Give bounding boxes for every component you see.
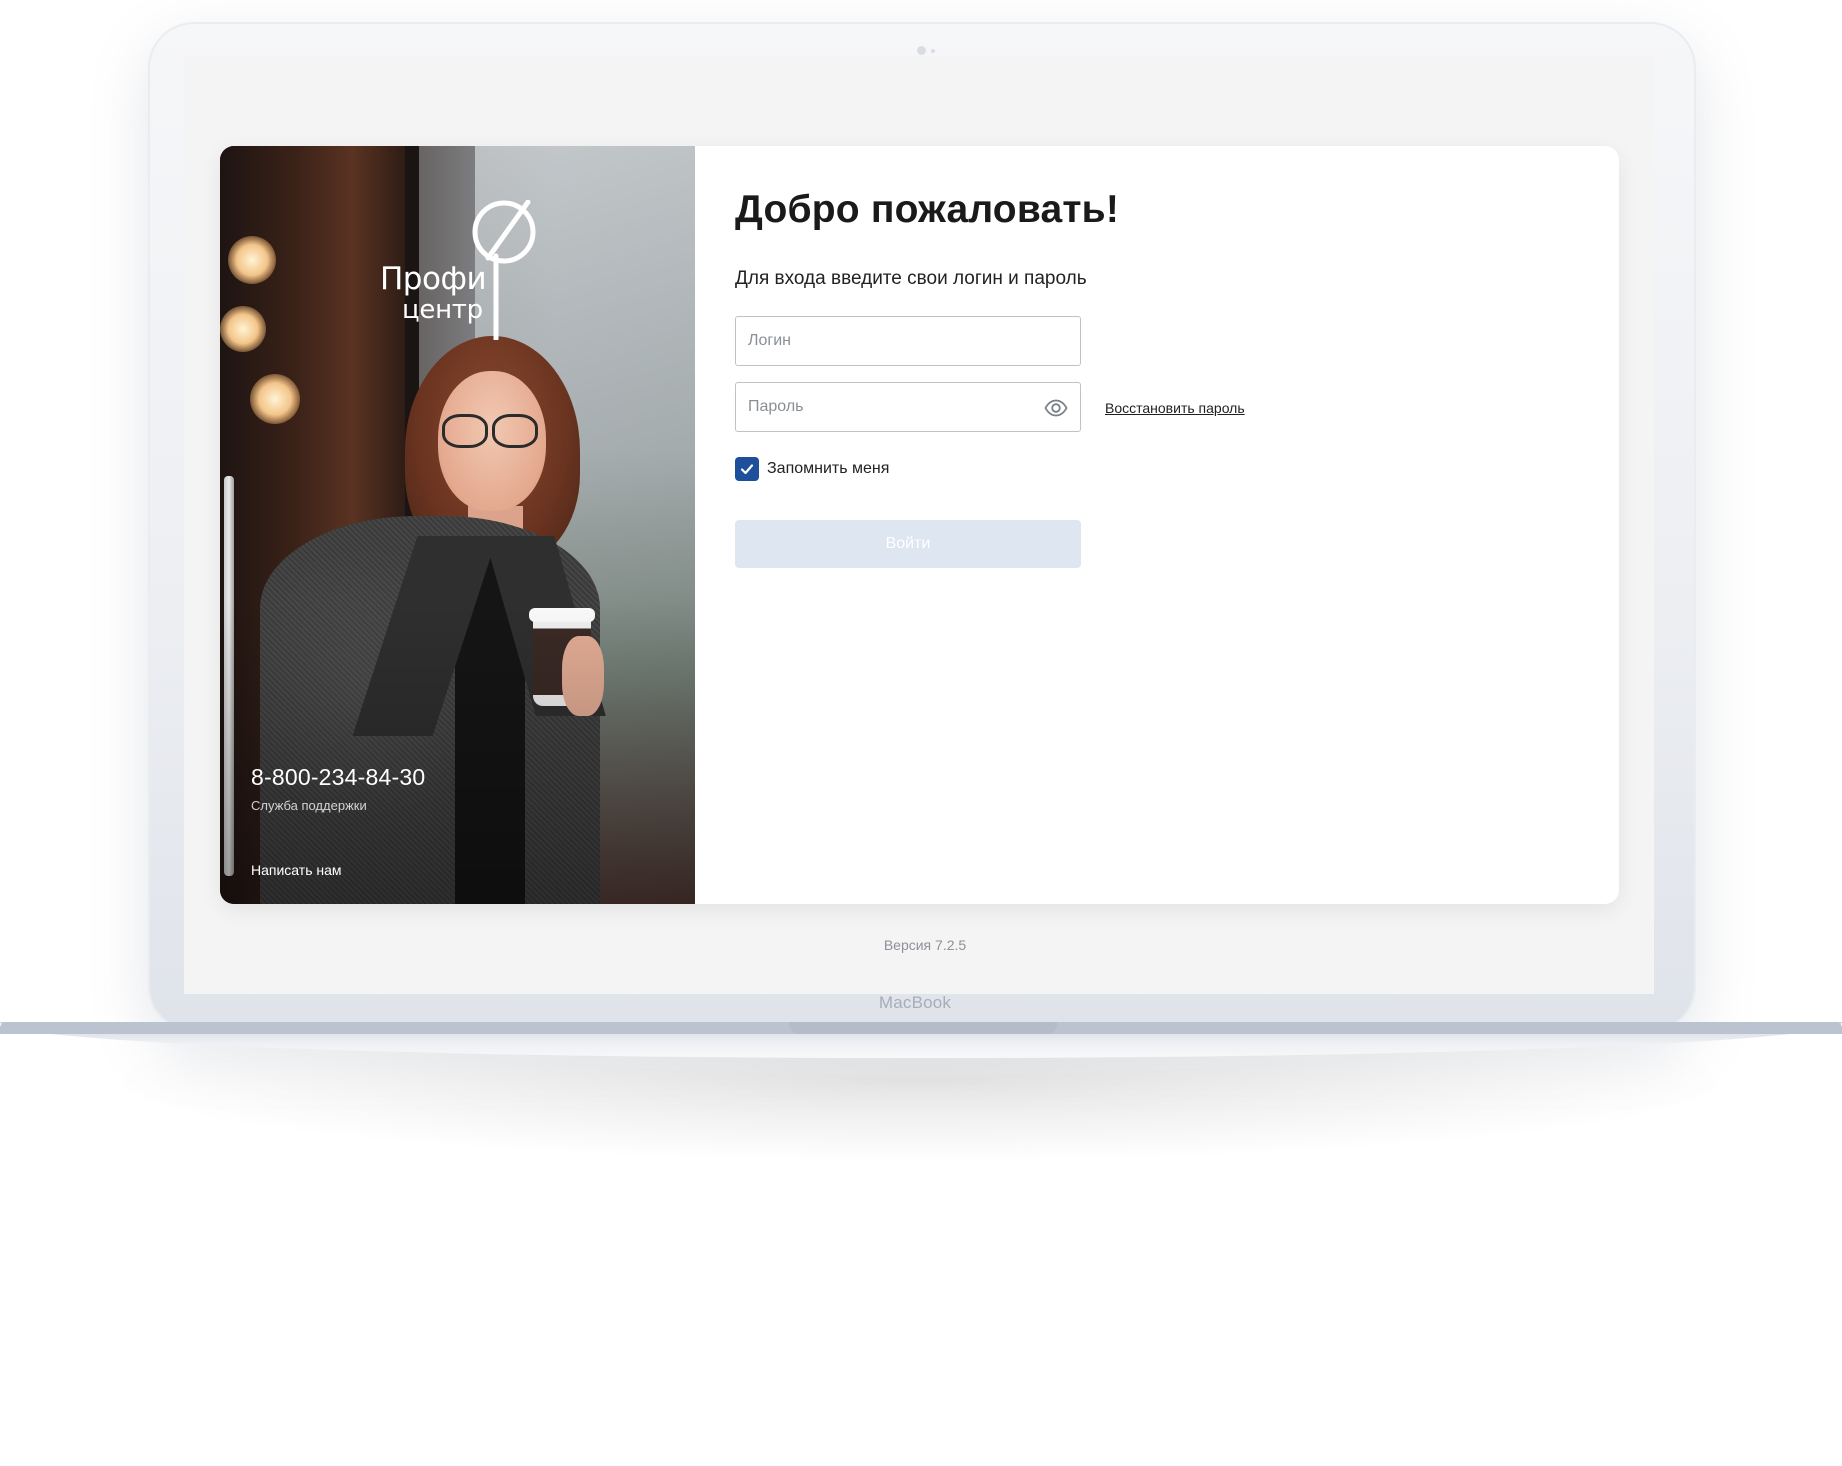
brand-name-line1: Профи	[380, 261, 487, 297]
login-input[interactable]	[736, 317, 1080, 365]
hero-photo: Профи центр 8-800-234-84-30 Служба подде…	[220, 146, 695, 904]
device-label: MacBook	[878, 993, 952, 1012]
camera-indicator	[931, 49, 935, 53]
login-instruction: Для входа введите свои логин и пароль	[735, 268, 1087, 289]
remember-checkbox[interactable]	[735, 457, 759, 481]
password-input[interactable]	[736, 383, 1080, 431]
login-card: Профи центр 8-800-234-84-30 Служба подде…	[220, 146, 1619, 904]
page-title: Добро пожаловать!	[735, 188, 1120, 231]
brand-name-line2: центр	[402, 295, 483, 325]
eye-icon[interactable]	[1044, 396, 1068, 420]
login-field[interactable]	[735, 316, 1081, 366]
login-button[interactable]: Войти	[735, 520, 1081, 568]
brand-logo: Профи центр	[376, 200, 546, 340]
support-phone[interactable]: 8-800-234-84-30	[251, 764, 425, 791]
camera-icon	[917, 46, 926, 55]
restore-password-link[interactable]: Восстановить пароль	[1105, 400, 1245, 416]
login-form: Добро пожаловать! Для входа введите свои…	[695, 146, 1619, 904]
support-label: Служба поддержки	[251, 798, 367, 813]
remember-me[interactable]: Запомнить меня	[735, 456, 889, 482]
write-us-link[interactable]: Написать нам	[251, 862, 342, 878]
password-field[interactable]	[735, 382, 1081, 432]
check-icon	[740, 464, 754, 475]
version-label: Версия 7.2.5	[883, 937, 967, 953]
laptop-notch	[789, 1022, 1057, 1034]
remember-label: Запомнить меня	[767, 460, 890, 477]
